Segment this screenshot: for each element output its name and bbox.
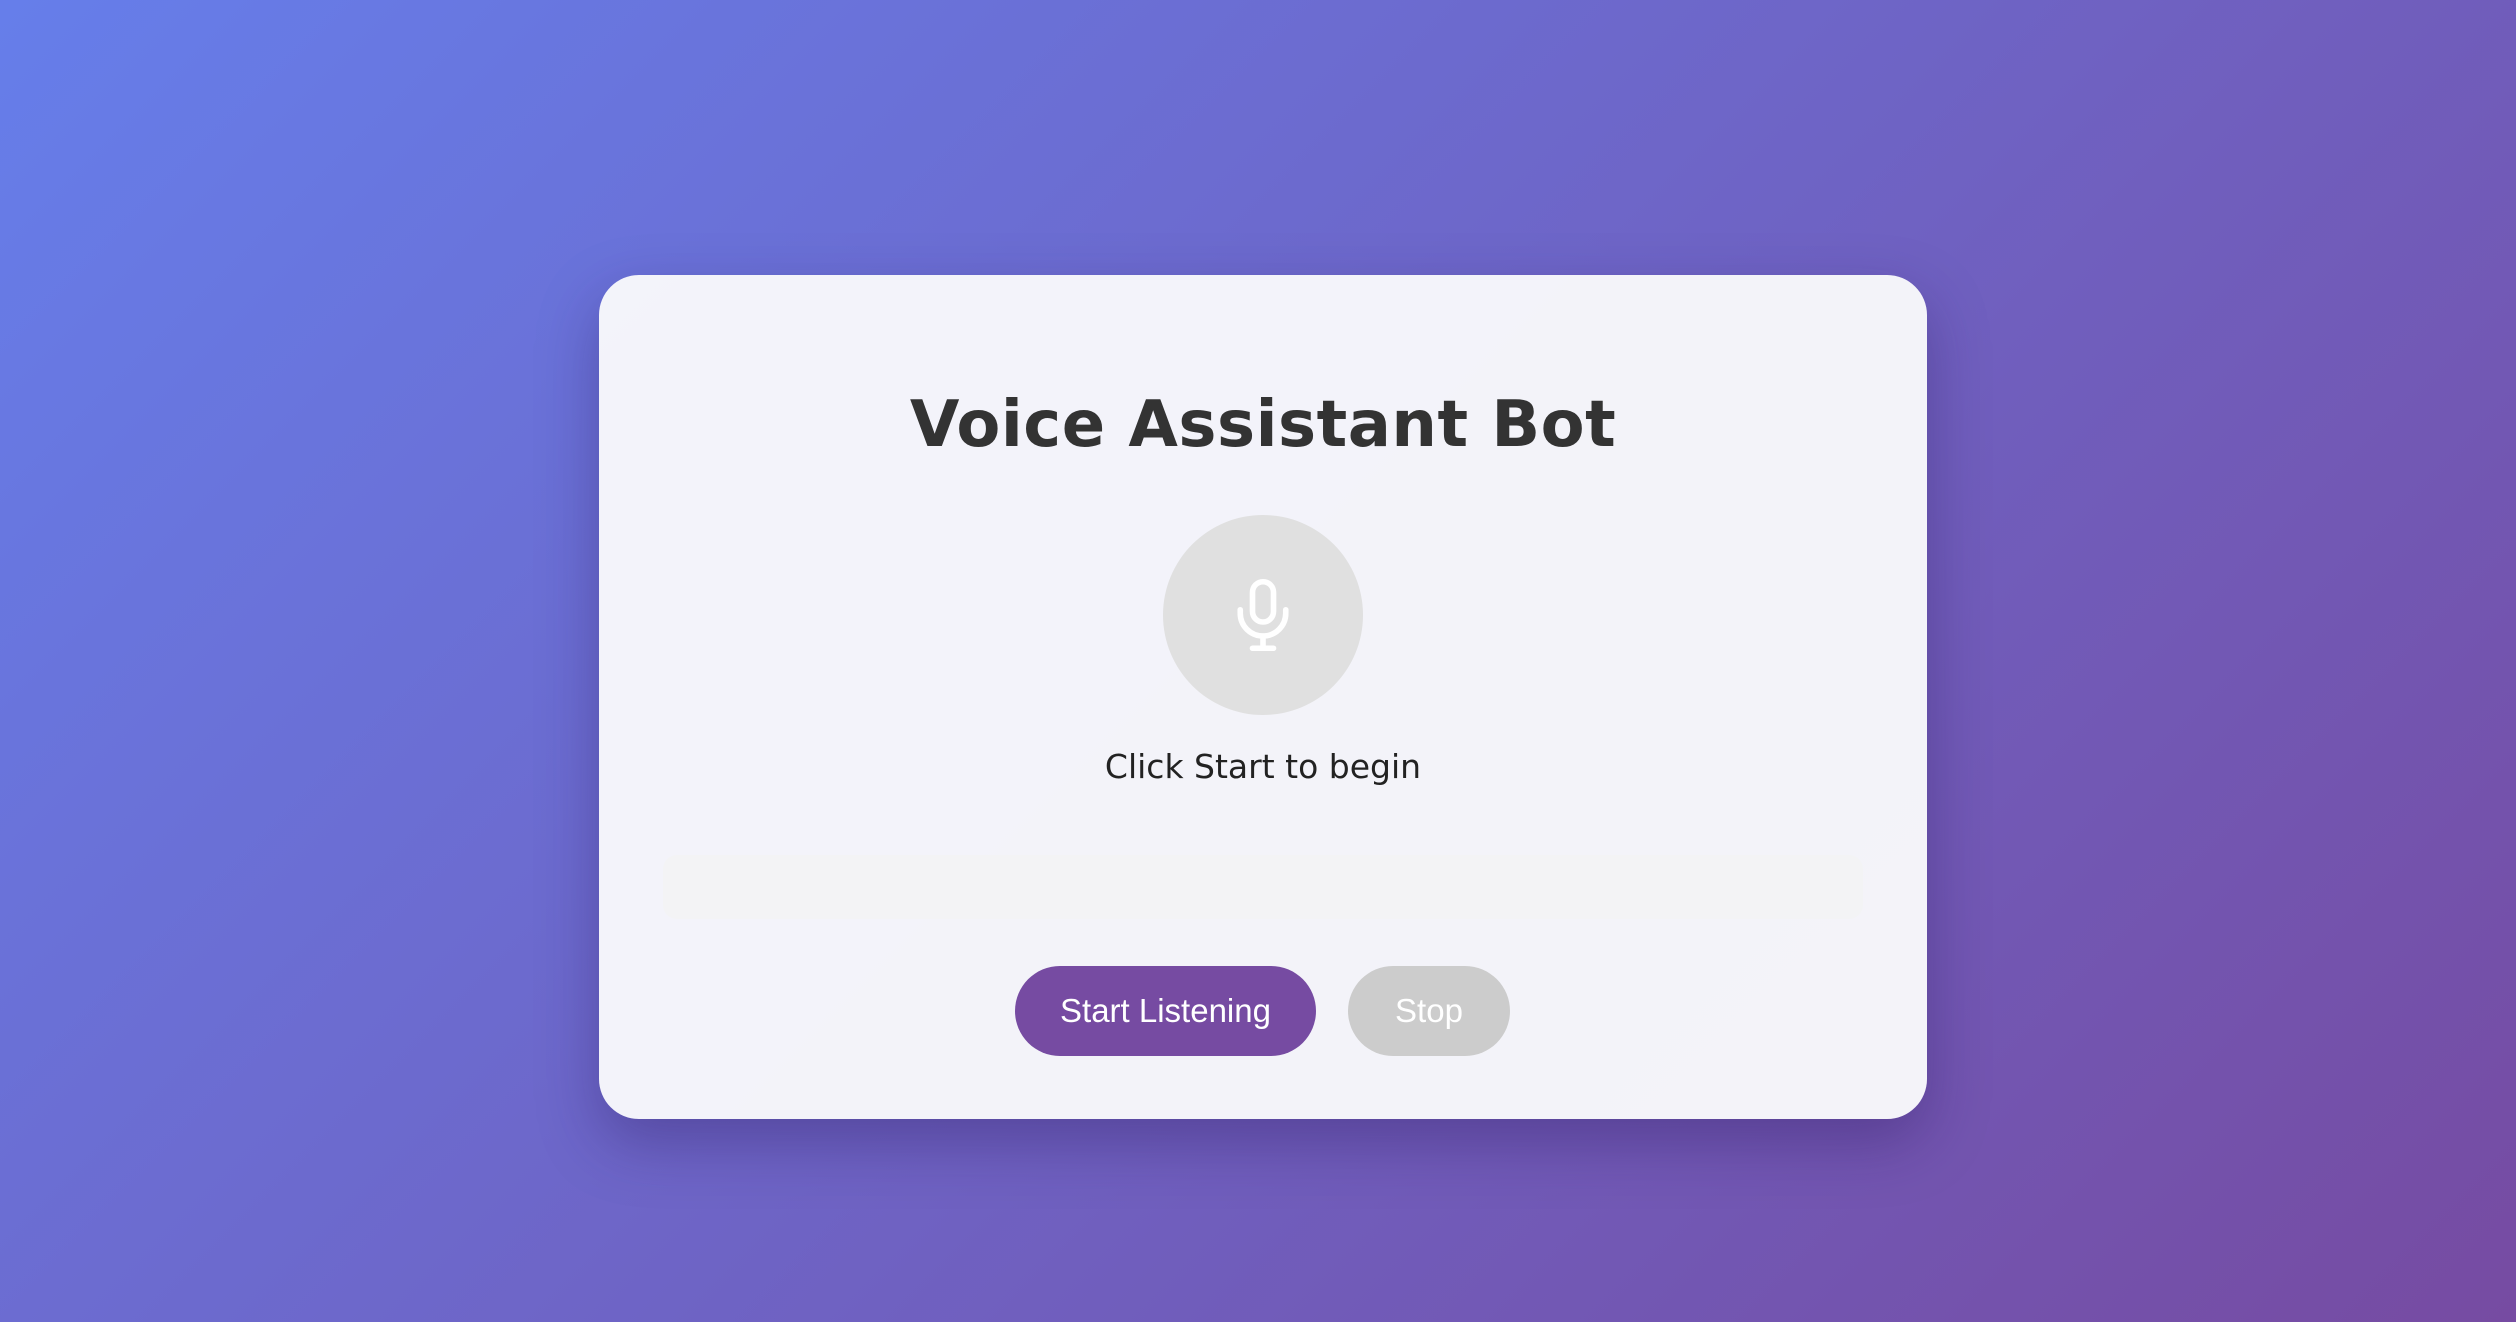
status-text: Click Start to begin [1104, 747, 1422, 786]
stop-button[interactable]: Stop [1348, 966, 1510, 1056]
mic-indicator [1163, 515, 1363, 715]
start-listening-button[interactable]: Start Listening [1015, 966, 1316, 1056]
voice-assistant-card: Voice Assistant Bot Click Start to begin… [599, 275, 1927, 1119]
microphone-icon [1237, 578, 1289, 652]
transcript-box [663, 855, 1863, 919]
page-title: Voice Assistant Bot [909, 388, 1617, 462]
